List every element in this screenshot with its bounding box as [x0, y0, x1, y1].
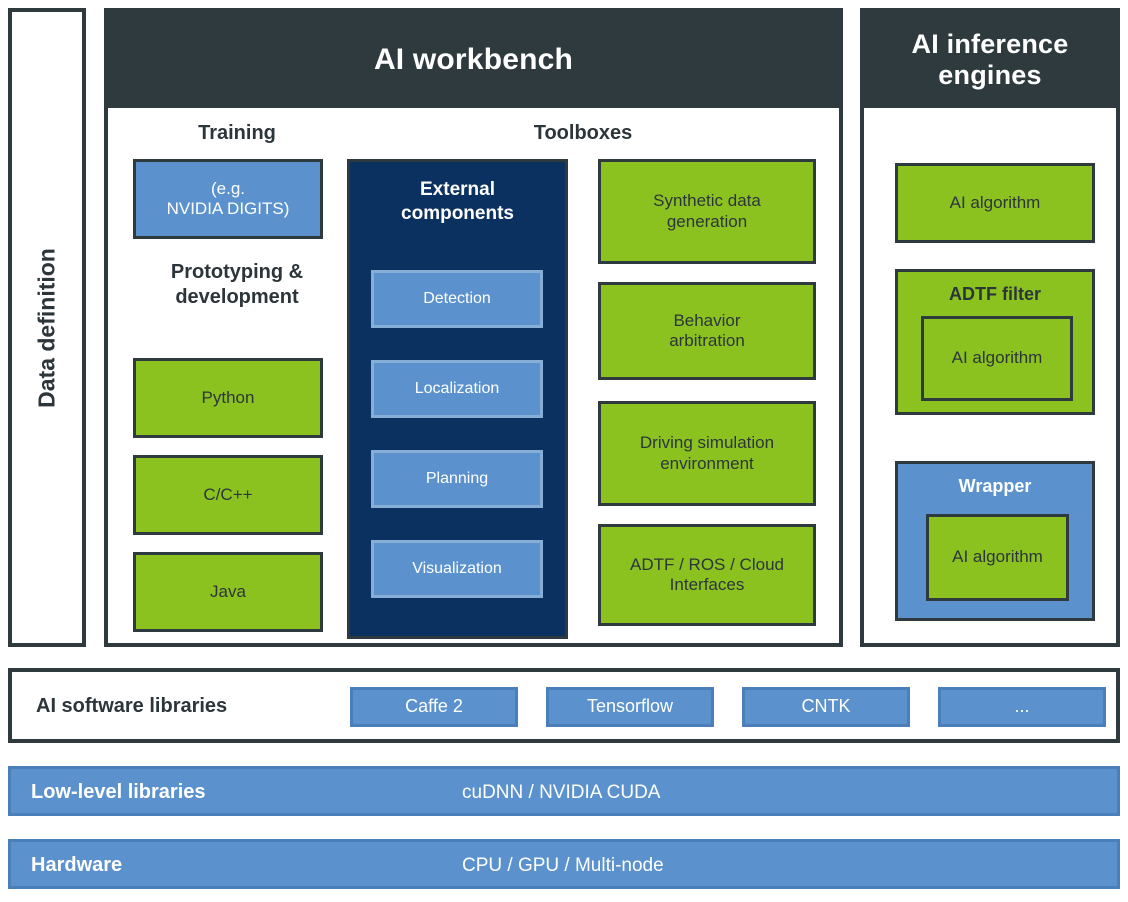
toolbox-module-adtf-ros-cloud-interfaces[interactable]: ADTF / ROS / Cloud Interfaces	[598, 524, 816, 626]
toolbox-module-behavior-arbitration[interactable]: Behavior arbitration	[598, 282, 816, 380]
low-level-libraries-row[interactable]: Low-level libraries cuDNN / NVIDIA CUDA	[8, 766, 1120, 816]
hardware-label: Hardware	[31, 854, 123, 876]
language-box-python[interactable]: Python	[133, 358, 323, 438]
ai-workbench-body: Training Toolboxes (e.g. NVIDIA DIGITS) …	[108, 108, 839, 643]
toolbox-module-line2: arbitration	[669, 331, 745, 350]
training-column-title: Training	[198, 122, 276, 144]
ai-workbench-panel: AI workbench Training Toolboxes (e.g. NV…	[104, 8, 843, 647]
ai-inference-engines-title: AI inference engines	[864, 12, 1116, 108]
toolbox-module-line2: Interfaces	[669, 575, 745, 594]
prototyping-title-line2: development	[175, 286, 299, 308]
inference-ai-algorithm-box[interactable]: AI algorithm	[895, 163, 1095, 243]
toolbox-module-line1: ADTF / ROS / Cloud	[630, 554, 784, 574]
wrapper-box[interactable]: Wrapper AI algorithm	[895, 461, 1095, 621]
external-components-panel: External components Detection Localizati…	[347, 159, 568, 639]
prototyping-title: Prototyping & development	[126, 260, 348, 310]
training-framework-line2: NVIDIA DIGITS)	[166, 199, 290, 218]
wrapper-title: Wrapper	[958, 476, 1032, 496]
software-library-more[interactable]: ...	[938, 687, 1106, 727]
ai-inference-engines-title-line2: engines	[938, 60, 1042, 90]
external-component-visualization[interactable]: Visualization	[371, 540, 543, 598]
external-component-detection[interactable]: Detection	[371, 270, 543, 328]
ai-inference-engines-panel: AI inference engines AI algorithm ADTF f…	[860, 8, 1120, 647]
data-definition-panel: Data definition	[8, 8, 86, 647]
external-components-title-line1: External	[420, 179, 495, 200]
low-level-libraries-value: cuDNN / NVIDIA CUDA	[462, 782, 661, 803]
software-library-tensorflow[interactable]: Tensorflow	[546, 687, 714, 727]
ai-software-libraries-row: AI software libraries Caffe 2 Tensorflow…	[8, 668, 1120, 743]
software-library-caffe2[interactable]: Caffe 2	[350, 687, 518, 727]
ai-inference-engines-body: AI algorithm ADTF filter AI algorithm Wr…	[864, 108, 1116, 643]
toolboxes-column-title: Toolboxes	[533, 122, 633, 144]
language-box-java[interactable]: Java	[133, 552, 323, 632]
toolbox-module-line2: environment	[660, 453, 754, 473]
toolbox-module-driving-simulation-environment[interactable]: Driving simulation environment	[598, 401, 816, 506]
training-framework-box[interactable]: (e.g. NVIDIA DIGITS)	[133, 159, 323, 239]
toolbox-module-line1: Synthetic data	[653, 191, 761, 211]
adtf-filter-inner-ai-algorithm[interactable]: AI algorithm	[921, 316, 1073, 401]
ai-workbench-title: AI workbench	[108, 12, 839, 108]
toolbox-module-line2: generation	[666, 211, 748, 231]
language-box-cpp[interactable]: C/C++	[133, 455, 323, 535]
external-component-localization[interactable]: Localization	[371, 360, 543, 418]
prototyping-title-line1: Prototyping &	[170, 261, 304, 283]
hardware-value: CPU / GPU / Multi-node	[462, 855, 664, 876]
ai-inference-engines-title-line1: AI inference	[911, 28, 1069, 59]
external-components-title-line2: components	[401, 202, 514, 224]
toolbox-module-line1: Behavior	[673, 310, 741, 330]
adtf-filter-box[interactable]: ADTF filter AI algorithm	[895, 269, 1095, 415]
ai-software-libraries-label: AI software libraries	[36, 695, 228, 717]
low-level-libraries-label: Low-level libraries	[31, 781, 206, 803]
adtf-filter-title: ADTF filter	[949, 284, 1041, 304]
external-components-title: External components	[350, 178, 565, 226]
software-library-cntk[interactable]: CNTK	[742, 687, 910, 727]
external-component-planning[interactable]: Planning	[371, 450, 543, 508]
toolbox-module-synthetic-data-generation[interactable]: Synthetic data generation	[598, 159, 816, 264]
hardware-row[interactable]: Hardware CPU / GPU / Multi-node	[8, 839, 1120, 889]
wrapper-inner-ai-algorithm[interactable]: AI algorithm	[926, 514, 1069, 601]
training-framework-line1: (e.g.	[210, 178, 246, 198]
data-definition-label: Data definition	[33, 247, 60, 408]
toolbox-module-line1: Driving simulation	[639, 433, 775, 453]
